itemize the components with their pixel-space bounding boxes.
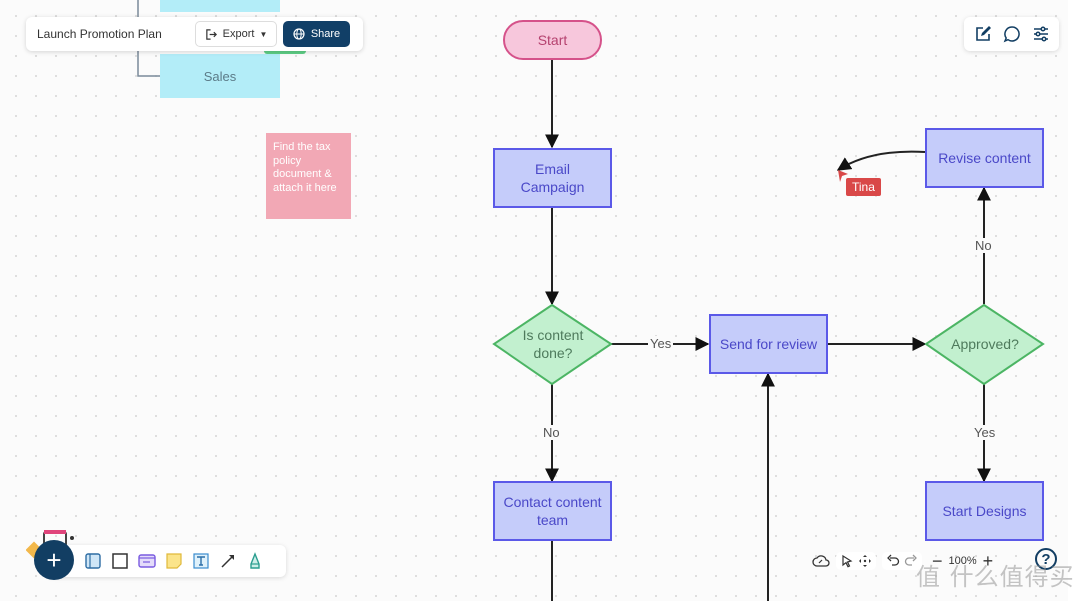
undo-icon[interactable]	[886, 554, 900, 568]
arrow-tool-icon[interactable]	[219, 552, 237, 570]
bottom-toolbar	[48, 545, 286, 577]
node-is-content-done[interactable]: Is content done?	[508, 322, 598, 366]
node-contact-content-team-label: Contact content team	[503, 494, 602, 528]
right-toolbar	[964, 17, 1059, 51]
node-revise-content[interactable]: Revise content	[925, 128, 1044, 188]
edit-icon[interactable]	[974, 25, 992, 43]
node-email-campaign-label: Email Campaign	[520, 161, 585, 195]
comment-icon[interactable]	[1003, 25, 1021, 43]
node-send-for-review-label: Send for review	[719, 336, 818, 352]
export-label: Export	[222, 28, 255, 40]
rectangle-tool-icon[interactable]	[111, 552, 129, 570]
pan-move-icon[interactable]	[858, 554, 872, 568]
edge-label-approved-no: No	[973, 238, 994, 253]
node-contact-content-team[interactable]: Contact content team	[493, 481, 612, 541]
header-bar: Launch Promotion Plan Export ▼ Share	[26, 17, 363, 51]
node-start-label: Start	[537, 32, 568, 48]
cloud-sync-icon[interactable]	[812, 554, 830, 568]
plus-icon: +	[46, 545, 62, 575]
card-tool-icon[interactable]	[138, 552, 156, 570]
node-approved-label: Approved?	[951, 336, 1019, 352]
export-button[interactable]: Export ▼	[195, 21, 277, 47]
collaborator-cursor-label: Tina	[846, 178, 881, 196]
edge-label-approved-yes: Yes	[972, 425, 998, 440]
settings-sliders-icon[interactable]	[1032, 25, 1050, 43]
node-send-for-review[interactable]: Send for review	[709, 314, 828, 374]
node-revise-content-label: Revise content	[938, 150, 1031, 166]
edge-label-content-yes: Yes	[648, 336, 674, 351]
node-email-campaign[interactable]: Email Campaign	[493, 148, 612, 208]
sticky-note-tool-icon[interactable]	[165, 552, 183, 570]
chevron-down-icon: ▼	[259, 29, 268, 39]
document-title[interactable]: Launch Promotion Plan	[37, 27, 195, 41]
select-cursor-icon[interactable]	[840, 554, 854, 568]
pen-tool-icon[interactable]	[246, 552, 264, 570]
node-is-content-done-label: Is content done?	[522, 327, 584, 361]
node-start[interactable]: Start	[503, 20, 602, 60]
node-approved[interactable]: Approved?	[940, 322, 1030, 366]
edge-label-content-no: No	[541, 425, 562, 440]
share-label: Share	[310, 28, 341, 40]
text-tool-icon[interactable]	[192, 552, 210, 570]
add-button[interactable]: +	[34, 540, 74, 580]
node-start-designs-label: Start Designs	[942, 503, 1027, 519]
edge-revise-curve[interactable]	[836, 150, 926, 171]
watermark: 值 什么值得买	[916, 563, 1075, 591]
export-icon	[205, 28, 217, 40]
pointer-tools	[836, 552, 876, 570]
globe-icon	[293, 28, 305, 40]
frame-tool-icon[interactable]	[84, 552, 102, 570]
share-button[interactable]: Share	[283, 21, 350, 47]
node-start-designs[interactable]: Start Designs	[925, 481, 1044, 541]
